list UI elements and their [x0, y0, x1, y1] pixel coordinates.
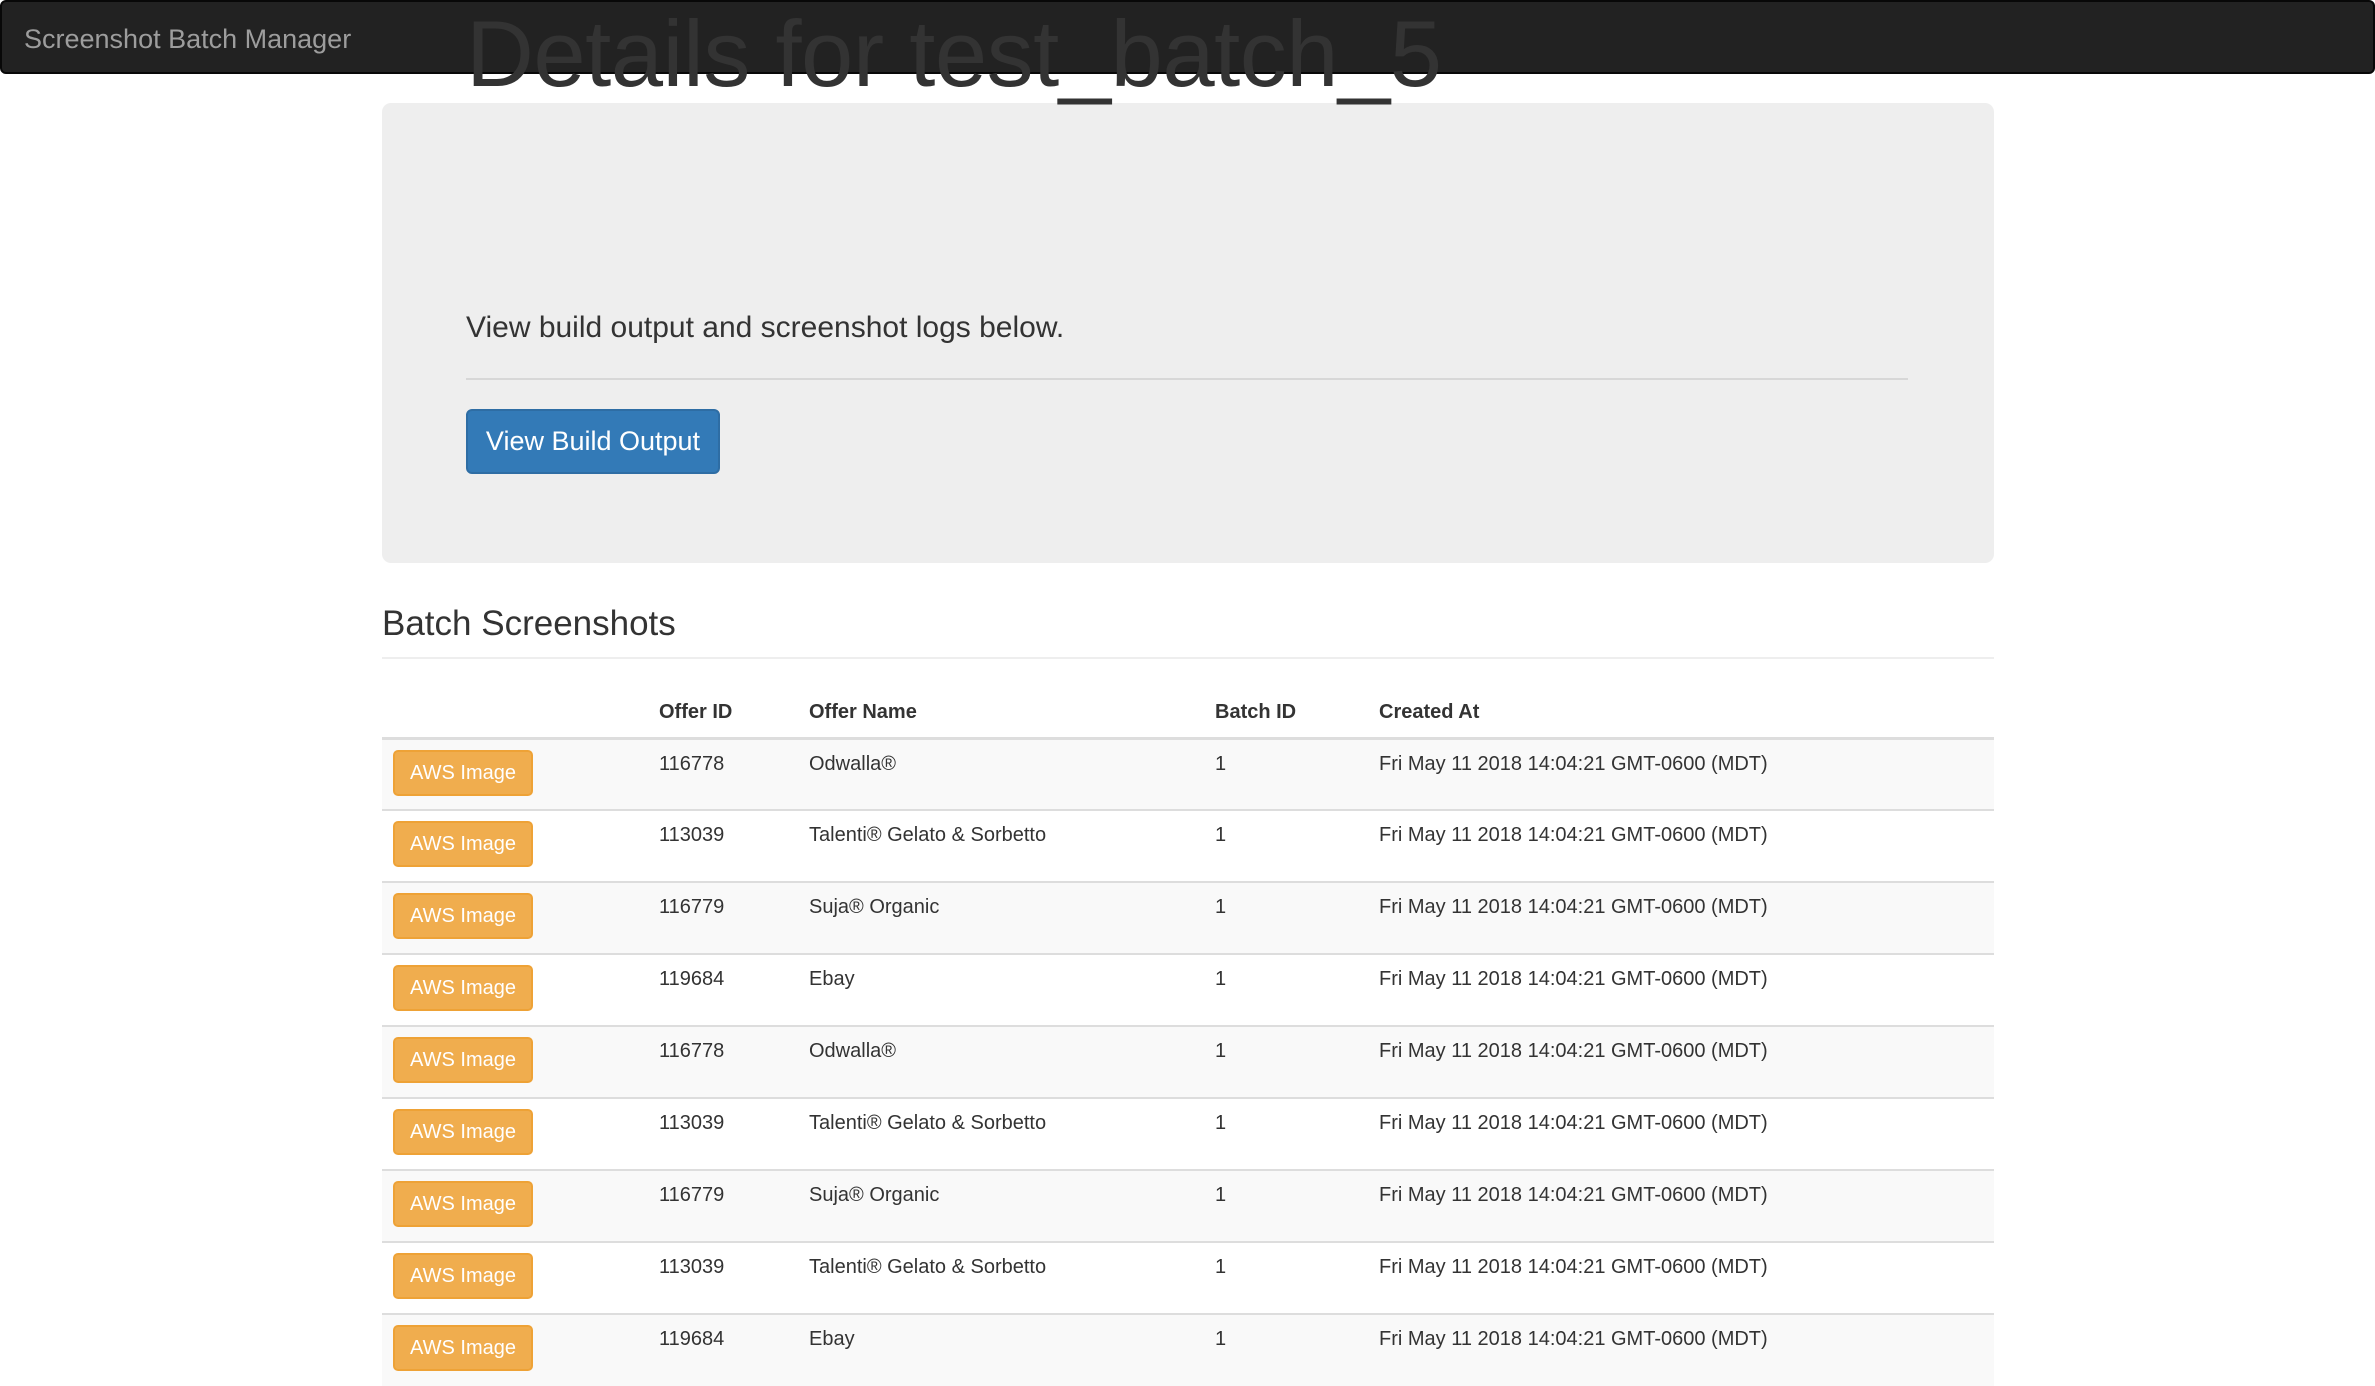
offer-name-cell: Suja® Organic	[798, 1169, 1204, 1242]
column-header-created-at: Created At	[1368, 688, 1994, 740]
aws-image-button[interactable]: AWS Image	[393, 821, 533, 867]
created-at-cell: Fri May 11 2018 14:04:21 GMT-0600 (MDT)	[1368, 737, 1994, 810]
table-body: AWS Image 116778 Odwalla® 1 Fri May 11 2018 …	[382, 737, 1994, 1386]
batch-id-cell: 1	[1204, 1169, 1368, 1242]
table-row: AWS Image 116779 Suja® Organic 1 Fri May 11 …	[382, 881, 1994, 954]
offer-name-cell: Ebay	[798, 953, 1204, 1026]
aws-image-button[interactable]: AWS Image	[393, 1253, 533, 1299]
offer-name-cell: Odwalla®	[798, 1025, 1204, 1098]
offer-id-cell: 113039	[648, 1241, 798, 1314]
offer-id-cell: 116778	[648, 1025, 798, 1098]
section-title: Batch Screenshots	[382, 604, 676, 643]
offer-name-cell: Odwalla®	[798, 737, 1204, 810]
column-header-offer-name: Offer Name	[798, 688, 1204, 740]
table-row: AWS Image 113039 Talenti® Gelato & Sorbett…	[382, 1241, 1994, 1314]
offer-id-cell: 116779	[648, 1169, 798, 1242]
screenshots-table-wrapper: Offer ID Offer Name Batch ID Created At …	[382, 688, 1994, 1386]
batch-id-cell: 1	[1204, 1025, 1368, 1098]
action-cell: AWS Image	[382, 809, 648, 882]
batch-id-cell: 1	[1204, 881, 1368, 954]
action-cell: AWS Image	[382, 1169, 648, 1242]
action-cell: AWS Image	[382, 953, 648, 1026]
screenshots-table: Offer ID Offer Name Batch ID Created At …	[382, 688, 1994, 1386]
offer-name-cell: Suja® Organic	[798, 881, 1204, 954]
table-row: AWS Image 116778 Odwalla® 1 Fri May 11 2018 …	[382, 737, 1994, 810]
section-divider	[382, 657, 1994, 659]
batch-id-cell: 1	[1204, 737, 1368, 810]
column-header-action	[382, 688, 648, 740]
table-row: AWS Image 116779 Suja® Organic 1 Fri May 11 …	[382, 1169, 1994, 1242]
view-build-output-button[interactable]: View Build Output	[466, 409, 720, 474]
offer-name-cell: Talenti® Gelato & Sorbetto	[798, 1241, 1204, 1314]
action-cell: AWS Image	[382, 1313, 648, 1386]
offer-id-cell: 113039	[648, 1097, 798, 1170]
jumbotron: Details for test_batch_5 View build outp…	[382, 7, 1994, 563]
offer-id-cell: 113039	[648, 809, 798, 882]
created-at-cell: Fri May 11 2018 14:04:21 GMT-0600 (MDT)	[1368, 809, 1994, 882]
created-at-cell: Fri May 11 2018 14:04:21 GMT-0600 (MDT)	[1368, 1313, 1994, 1386]
table-row: AWS Image 116778 Odwalla® 1 Fri May 11 2018 …	[382, 1025, 1994, 1098]
page-subtitle: View build output and screenshot logs be…	[466, 311, 1065, 344]
offer-id-cell: 116779	[648, 881, 798, 954]
batch-id-cell: 1	[1204, 1097, 1368, 1170]
column-header-offer-id: Offer ID	[648, 688, 798, 740]
aws-image-button[interactable]: AWS Image	[393, 1325, 533, 1371]
created-at-cell: Fri May 11 2018 14:04:21 GMT-0600 (MDT)	[1368, 1241, 1994, 1314]
aws-image-button[interactable]: AWS Image	[393, 1109, 533, 1155]
created-at-cell: Fri May 11 2018 14:04:21 GMT-0600 (MDT)	[1368, 1025, 1994, 1098]
page-title: Details for test_batch_5	[466, 1, 1442, 106]
offer-id-cell: 119684	[648, 953, 798, 1026]
action-cell: AWS Image	[382, 1241, 648, 1314]
action-cell: AWS Image	[382, 737, 648, 810]
offer-id-cell: 119684	[648, 1313, 798, 1386]
aws-image-button[interactable]: AWS Image	[393, 965, 533, 1011]
table-row: AWS Image 113039 Talenti® Gelato & Sorbett…	[382, 1097, 1994, 1170]
aws-image-button[interactable]: AWS Image	[393, 1181, 533, 1227]
table-header-row: Offer ID Offer Name Batch ID Created At	[382, 688, 1994, 740]
navbar-brand[interactable]: Screenshot Batch Manager	[24, 2, 351, 76]
aws-image-button[interactable]: AWS Image	[393, 1037, 533, 1083]
table-row: AWS Image 119684 Ebay 1 Fri May 11 2018 14:0…	[382, 1313, 1994, 1386]
created-at-cell: Fri May 11 2018 14:04:21 GMT-0600 (MDT)	[1368, 881, 1994, 954]
created-at-cell: Fri May 11 2018 14:04:21 GMT-0600 (MDT)	[1368, 1097, 1994, 1170]
offer-id-cell: 116778	[648, 737, 798, 810]
aws-image-button[interactable]: AWS Image	[393, 893, 533, 939]
batch-id-cell: 1	[1204, 1313, 1368, 1386]
table-header: Offer ID Offer Name Batch ID Created At	[382, 688, 1994, 740]
created-at-cell: Fri May 11 2018 14:04:21 GMT-0600 (MDT)	[1368, 953, 1994, 1026]
offer-name-cell: Talenti® Gelato & Sorbetto	[798, 1097, 1204, 1170]
table-row: AWS Image 119684 Ebay 1 Fri May 11 2018 14:0…	[382, 953, 1994, 1026]
aws-image-button[interactable]: AWS Image	[393, 749, 533, 796]
offer-name-cell: Talenti® Gelato & Sorbetto	[798, 809, 1204, 882]
offer-name-cell: Ebay	[798, 1313, 1204, 1386]
created-at-cell: Fri May 11 2018 14:04:21 GMT-0600 (MDT)	[1368, 1169, 1994, 1242]
table-row: AWS Image 113039 Talenti® Gelato & Sorbett…	[382, 809, 1994, 882]
action-cell: AWS Image	[382, 881, 648, 954]
batch-id-cell: 1	[1204, 809, 1368, 882]
batch-id-cell: 1	[1204, 1241, 1368, 1314]
column-header-batch-id: Batch ID	[1204, 688, 1368, 740]
batch-id-cell: 1	[1204, 953, 1368, 1026]
jumbotron-divider	[466, 378, 1908, 380]
action-cell: AWS Image	[382, 1025, 648, 1098]
action-cell: AWS Image	[382, 1097, 648, 1170]
